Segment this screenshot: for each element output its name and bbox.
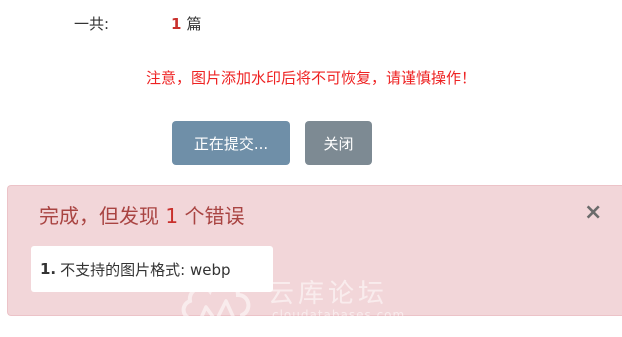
watermark-logo: 云库论坛 cloudatabases.com xyxy=(176,267,446,329)
warning-message: 注意，图片添加水印后将不可恢复，请谨慎操作！ xyxy=(145,69,476,87)
watermark-text: 云库论坛 xyxy=(268,279,389,309)
alert-title: 完成，但发现 1 个错误 xyxy=(39,200,244,229)
total-count-number: 1 xyxy=(171,15,182,33)
close-button[interactable]: 关闭 xyxy=(305,121,372,165)
cloud-icon xyxy=(181,279,251,327)
total-count: 1篇 xyxy=(171,13,201,34)
total-label: 一共: xyxy=(74,15,110,33)
alert-close-icon[interactable]: × xyxy=(584,200,602,226)
alert-title-prefix: 完成，但发现 xyxy=(39,204,159,228)
submitting-button[interactable]: 正在提交... xyxy=(172,121,290,165)
error-index: 1. xyxy=(40,260,57,278)
alert-error-count: 1 xyxy=(165,204,179,228)
watermark-subtext: cloudatabases.com xyxy=(272,308,406,322)
total-count-unit: 篇 xyxy=(186,15,202,33)
alert-title-suffix: 个错误 xyxy=(184,204,245,228)
